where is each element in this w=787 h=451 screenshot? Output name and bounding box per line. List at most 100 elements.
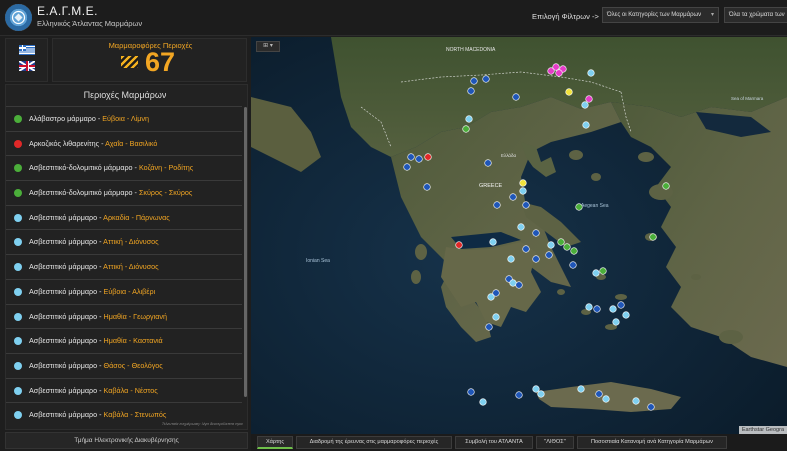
color-filter-select[interactable]: Όλα τα χρώματα των — [724, 7, 787, 23]
list-item-text: Ασβεστιτικό μάρμαρο - Αττική - Διόνυσος — [29, 262, 159, 272]
list-item-text: Ασβεστιτικό μάρμαρο - Καβάλα - Στενωπός — [29, 410, 167, 420]
marble-site-marker[interactable] — [649, 233, 657, 241]
marble-site-marker[interactable] — [509, 193, 517, 201]
uk-flag-icon[interactable] — [19, 61, 35, 71]
marble-type: Ασβεστιτικό-δολομιτικό μάρμαρο — [29, 188, 133, 198]
marble-site-marker[interactable] — [662, 182, 670, 190]
marble-site-marker[interactable] — [465, 115, 473, 123]
category-filter-select[interactable]: Όλες οι Κατηγορίες των Μαρμάρων ▾ — [602, 7, 719, 23]
map-layers-icon: ⊞ ▾ — [263, 43, 273, 49]
marble-site-marker[interactable] — [407, 153, 415, 161]
marble-site-marker[interactable] — [617, 301, 625, 309]
marble-site-marker[interactable] — [455, 241, 463, 249]
marble-site-marker[interactable] — [570, 247, 578, 255]
marble-site-marker[interactable] — [612, 318, 620, 326]
marble-site-marker[interactable] — [512, 93, 520, 101]
tab-research-route[interactable]: Διαδρομή της έρευνας στις μαρμαροφόρες π… — [296, 436, 452, 449]
marble-site-marker[interactable] — [585, 303, 593, 311]
list-item[interactable]: Ασβεστιτικό μάρμαρο - Ημαθία - Γεωργιανή — [6, 303, 242, 329]
marble-site-marker[interactable] — [532, 385, 540, 393]
marble-site-marker[interactable] — [581, 101, 589, 109]
marble-site-marker[interactable] — [563, 243, 571, 251]
marble-site-marker[interactable] — [593, 305, 601, 313]
marble-site-marker[interactable] — [632, 397, 640, 405]
marble-site-marker[interactable] — [577, 385, 585, 393]
marble-site-marker[interactable] — [532, 229, 540, 237]
marble-type: Αλάβαστρο μάρμαρο — [29, 114, 96, 123]
marble-site-marker[interactable] — [492, 313, 500, 321]
marble-site-marker[interactable] — [517, 223, 525, 231]
tab-map[interactable]: Χάρτης — [257, 436, 293, 449]
marble-site-marker[interactable] — [587, 69, 595, 77]
marble-site-marker[interactable] — [522, 201, 530, 209]
marble-site-marker[interactable] — [557, 238, 565, 246]
marble-site-marker[interactable] — [487, 293, 495, 301]
marble-site-marker[interactable] — [532, 255, 540, 263]
marble-site-marker[interactable] — [415, 155, 423, 163]
marble-site-marker[interactable] — [515, 391, 523, 399]
marble-site-marker[interactable] — [609, 305, 617, 313]
marble-site-marker[interactable] — [489, 238, 497, 246]
marble-site-marker[interactable] — [509, 279, 517, 287]
marble-site-marker[interactable] — [569, 261, 577, 269]
marble-site-marker[interactable] — [493, 201, 501, 209]
marble-site-marker[interactable] — [565, 88, 573, 96]
list-item[interactable]: Ασβεστιτικό μάρμαρο - Αρκαδία - Πάρνωνας — [6, 204, 242, 230]
marble-site-marker[interactable] — [462, 125, 470, 133]
tab-lithos[interactable]: "ΛΙΘΟΣ" — [536, 436, 574, 449]
marble-type: Ασβεστιτικό μάρμαρο — [29, 212, 98, 222]
marble-site-marker[interactable] — [537, 390, 545, 398]
list-item[interactable]: Ασβεστιτικό μάρμαρο - Ημαθία - Καστανιά — [6, 328, 242, 353]
list-item-text: Ασβεστιτικό μάρμαρο - Θάσος - Θεολόγος — [29, 360, 163, 370]
list-item[interactable]: Ασβεστιτικό μάρμαρο - Θάσος - Θεολόγος — [6, 352, 242, 378]
marble-site-marker[interactable] — [467, 388, 475, 396]
marble-site-marker[interactable] — [545, 251, 553, 259]
marble-site-marker[interactable] — [515, 281, 523, 289]
marble-site-marker[interactable] — [467, 87, 475, 95]
list-item[interactable]: Αλάβαστρο μάρμαρο - Εύβοια - Λίμνη — [6, 106, 242, 131]
greek-flag-icon[interactable] — [19, 45, 35, 55]
marble-site-marker[interactable] — [575, 203, 583, 211]
marble-site-marker[interactable] — [485, 323, 493, 331]
map-tool-button[interactable]: ⊞ ▾ — [256, 41, 280, 52]
marble-site-marker[interactable] — [599, 267, 607, 275]
marble-site-marker[interactable] — [519, 187, 527, 195]
marble-site-marker[interactable] — [507, 255, 515, 263]
marble-site-marker[interactable] — [602, 395, 610, 403]
marble-site-marker[interactable] — [547, 67, 555, 75]
marble-site-marker[interactable] — [595, 390, 603, 398]
language-switcher — [5, 38, 48, 82]
marble-site-marker[interactable] — [555, 69, 563, 77]
marble-site-marker[interactable] — [547, 241, 555, 249]
marble-site-marker[interactable] — [582, 121, 590, 129]
tab-atlas-contribution[interactable]: Συμβολή του ΑΤΛΑΝΤΑ — [455, 436, 533, 449]
list-item[interactable]: Ασβεστιτικό μάρμαρο - Αττική - Διόνυσος — [6, 254, 242, 279]
marble-site-marker[interactable] — [479, 398, 487, 406]
marble-category-dot-icon — [14, 238, 22, 247]
marble-site-marker[interactable] — [585, 95, 593, 103]
marble-site-marker[interactable] — [647, 403, 655, 411]
marble-site-marker[interactable] — [522, 245, 530, 253]
marble-site-marker[interactable] — [424, 153, 432, 161]
marble-category-dot-icon — [14, 386, 22, 395]
list-item[interactable]: Ασβεστιτικό-δολομιτικό μάρμαρο - Κοζάνη … — [6, 155, 242, 180]
marble-location: Σκύρος - Σκύρος — [138, 188, 193, 198]
marble-site-marker[interactable] — [470, 77, 478, 85]
marble-site-marker[interactable] — [403, 163, 411, 171]
list-item[interactable]: Ασβεστιτικό-δολομιτικό μάρμαρο - Σκύρος … — [6, 180, 242, 205]
marble-site-marker[interactable] — [423, 183, 431, 191]
list-item[interactable]: Αρκοζικός λιθαρενίτης - Αχαΐα - Βασιλικό — [6, 130, 242, 156]
list-item[interactable]: Ασβεστιτικό μάρμαρο - Εύβοια - Αλιβέρι — [6, 278, 242, 304]
marble-site-marker[interactable] — [482, 75, 490, 83]
marble-site-marker[interactable] — [519, 179, 527, 187]
satellite-map[interactable]: NORTH MACEDONIA GREECE Ionian Sea Sea of… — [251, 37, 787, 434]
marble-location: Αττική - Διόνυσος — [103, 262, 159, 272]
list-scrollbar[interactable] — [244, 107, 247, 397]
marble-site-marker[interactable] — [592, 269, 600, 277]
list-item[interactable]: Ασβεστιτικό μάρμαρο - Καβάλα - Νέστος — [6, 377, 242, 403]
list-item[interactable]: Ασβεστιτικό μάρμαρο - Αττική - Διόνυσος — [6, 229, 242, 254]
tab-percentage-distribution[interactable]: Ποσοστιαία Κατανομή ανά Κατηγορία Μαρμάρ… — [577, 436, 727, 449]
marble-site-marker[interactable] — [484, 159, 492, 167]
marble-location: Εύβοια - Λίμνη — [102, 114, 149, 123]
marble-site-marker[interactable] — [622, 311, 630, 319]
